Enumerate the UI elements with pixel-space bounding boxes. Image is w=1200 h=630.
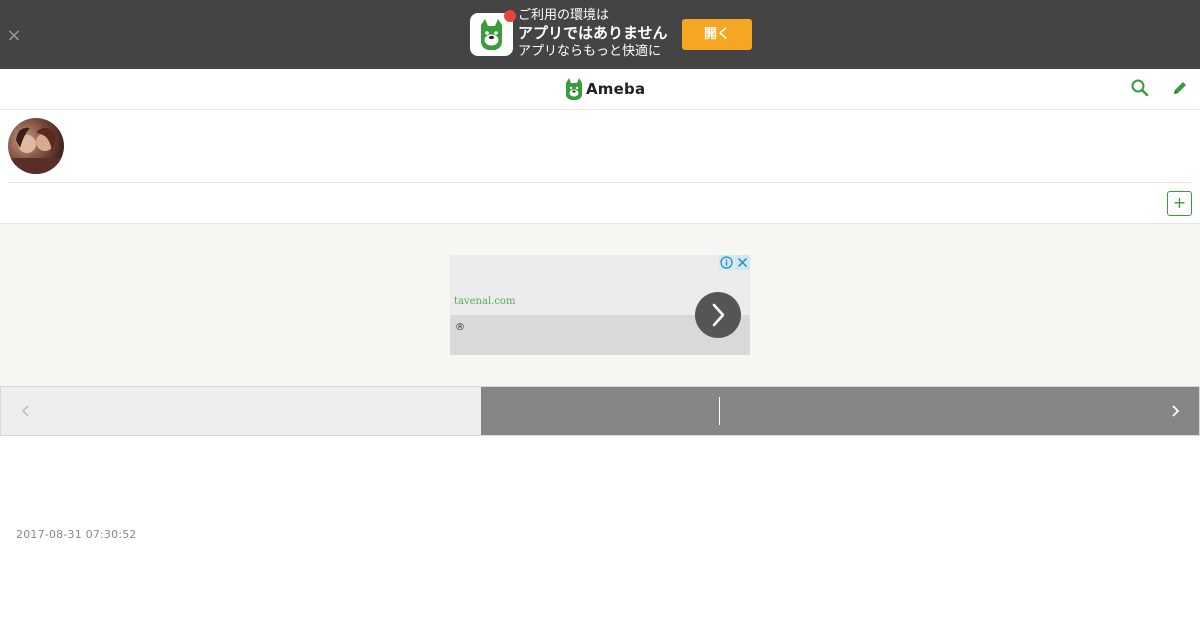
ad-next-button[interactable] xyxy=(695,292,741,338)
ad-registered-mark: ® xyxy=(455,322,465,333)
ad-domain-link[interactable]: tavenal.com xyxy=(454,296,515,307)
chevron-left-icon xyxy=(21,405,29,417)
banner-line-2: アプリではありません xyxy=(518,24,668,42)
chevron-right-icon xyxy=(1172,405,1180,417)
banner-line-3: アプリならもっと快適に xyxy=(518,44,662,59)
pager-divider xyxy=(719,397,720,425)
logo-text: Ameba xyxy=(586,80,646,98)
search-button[interactable] xyxy=(1130,78,1150,98)
ad-choices-button[interactable] xyxy=(719,255,734,270)
previous-entry-button[interactable] xyxy=(1,387,481,435)
app-install-banner: × ご利用の環境は アプリではありません アプリならもっと快適に 開く xyxy=(0,0,1200,69)
avatar-photo xyxy=(8,127,64,174)
banner-message: ご利用の環境は アプリではありません アプリならもっと快適に xyxy=(518,7,668,60)
info-icon xyxy=(720,256,733,269)
profile-divider xyxy=(8,182,1192,183)
entry-timestamp: 2017-08-31 07:30:52 xyxy=(16,528,137,541)
open-app-button[interactable]: 開く xyxy=(682,19,752,50)
notification-badge xyxy=(504,10,516,22)
next-entry-button[interactable] xyxy=(481,387,1199,435)
banner-close-button[interactable]: × xyxy=(6,27,22,45)
write-post-button[interactable] xyxy=(1170,78,1190,98)
ad-close-button[interactable] xyxy=(735,255,750,270)
ad-banner[interactable]: tavenal.com ® xyxy=(450,255,750,355)
blogger-avatar[interactable] xyxy=(8,118,64,174)
chevron-right-icon xyxy=(712,303,725,327)
pencil-icon xyxy=(1174,82,1186,94)
search-icon xyxy=(1131,79,1149,97)
entry-pager xyxy=(0,386,1200,436)
follow-button[interactable]: + xyxy=(1167,191,1192,216)
banner-line-1: ご利用の環境は xyxy=(518,8,610,23)
ameba-logo[interactable]: Ameba xyxy=(565,78,645,100)
close-icon xyxy=(737,257,748,268)
ad-area: tavenal.com ® xyxy=(0,224,1200,386)
ameba-mascot-icon xyxy=(566,78,582,100)
site-header: Ameba xyxy=(0,69,1200,110)
